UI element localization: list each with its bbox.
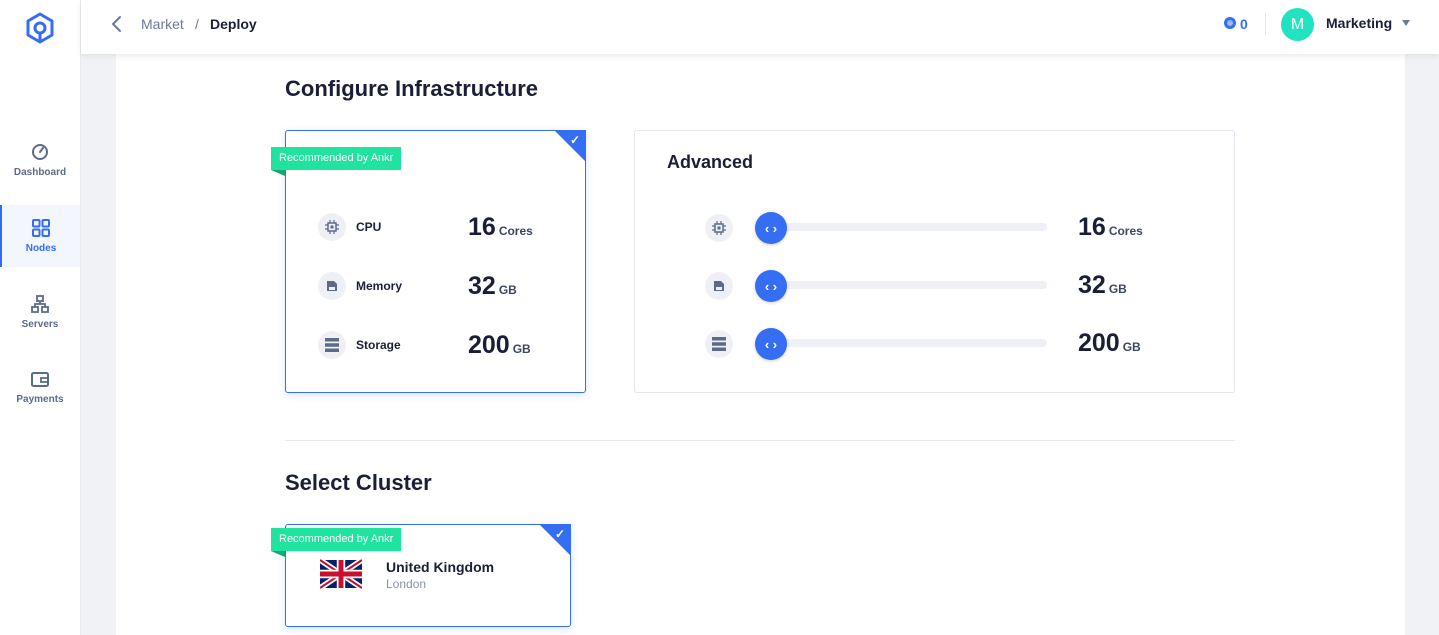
cluster-card-uk[interactable]: ✓ Recommended by Ankr United Kingdom Lon… xyxy=(271,524,571,627)
uk-flag-icon xyxy=(320,558,362,590)
spec-number: 16 xyxy=(1078,213,1106,241)
sidebar-item-servers[interactable]: Servers xyxy=(0,281,80,343)
ankr-logo-icon[interactable] xyxy=(24,12,56,44)
recommended-badge: Recommended by Ankr xyxy=(271,528,402,557)
sidebar-item-label: Dashboard xyxy=(13,166,67,178)
hierarchy-icon xyxy=(31,294,49,313)
memory-slider-thumb[interactable]: ‹ › xyxy=(755,270,787,302)
spec-value: 200 GB xyxy=(468,331,531,360)
spec-unit: GB xyxy=(1122,340,1141,354)
spec-unit: GB xyxy=(512,342,531,356)
check-icon: ✓ xyxy=(569,133,580,147)
slider-value: 200 GB xyxy=(1078,329,1141,358)
storage-icon xyxy=(318,331,346,359)
memory-icon xyxy=(318,272,346,300)
storage-slider-track[interactable] xyxy=(755,339,1047,347)
credit-balance[interactable]: 0 xyxy=(1240,16,1248,32)
check-icon: ✓ xyxy=(554,527,565,541)
cluster-country: United Kingdom xyxy=(386,559,495,575)
slider-row-cpu: ‹ › 16 Cores xyxy=(705,212,1185,244)
right-gutter xyxy=(1405,54,1439,635)
spec-unit: GB xyxy=(1108,282,1127,296)
spec-unit: GB xyxy=(498,283,517,297)
spec-number: 16 xyxy=(468,213,496,241)
spec-label: Memory xyxy=(356,279,403,293)
grid-icon xyxy=(32,218,50,237)
back-arrow-icon[interactable] xyxy=(107,14,127,34)
spec-number: 32 xyxy=(1078,271,1106,299)
storage-slider-thumb[interactable]: ‹ › xyxy=(755,328,787,360)
header-divider xyxy=(1265,13,1266,35)
gauge-icon xyxy=(32,143,48,160)
main-panel: Configure Infrastructure ✓ Recommended b… xyxy=(116,54,1405,635)
breadcrumb-current: Deploy xyxy=(210,16,257,32)
section-title-cluster: Select Cluster xyxy=(285,470,432,495)
spec-row-memory: Memory 32 GB xyxy=(318,272,578,302)
spec-number: 200 xyxy=(468,331,510,359)
slider-value: 32 GB xyxy=(1078,271,1127,300)
caret-down-icon[interactable] xyxy=(1402,20,1410,26)
slider-row-memory: ‹ › 32 GB xyxy=(705,270,1185,302)
section-divider xyxy=(285,440,1235,441)
spec-value: 16 Cores xyxy=(468,213,533,242)
spec-unit: Cores xyxy=(498,224,533,238)
cpu-slider-track[interactable] xyxy=(755,223,1047,231)
credit-coin-icon xyxy=(1224,17,1236,29)
sidebar-item-nodes[interactable]: Nodes xyxy=(0,205,80,267)
section-title-infrastructure: Configure Infrastructure xyxy=(285,76,539,101)
breadcrumb-separator: / xyxy=(195,16,199,32)
spec-value: 32 GB xyxy=(468,272,517,301)
sidebar-item-label: Nodes xyxy=(25,242,57,254)
breadcrumb-market-link[interactable]: Market xyxy=(141,16,184,32)
memory-icon xyxy=(705,272,733,300)
recommended-badge: Recommended by Ankr xyxy=(271,147,402,176)
spec-label: CPU xyxy=(356,220,382,234)
sidebar-item-dashboard[interactable]: Dashboard xyxy=(0,129,80,191)
sidebar-item-label: Servers xyxy=(21,318,59,330)
sidebar: Dashboard Nodes Servers Payments xyxy=(0,0,81,635)
cpu-icon xyxy=(318,213,346,241)
advanced-config-card[interactable]: Advanced ‹ › 16 Cores ‹ › 32 GB ‹ › 200 GB xyxy=(634,130,1235,393)
cpu-icon xyxy=(705,214,733,242)
spec-unit: Cores xyxy=(1108,224,1143,238)
top-header: Market / Deploy 0 M Marketing xyxy=(81,0,1439,54)
spec-row-cpu: CPU 16 Cores xyxy=(318,213,578,243)
spec-label: Storage xyxy=(356,338,401,352)
sidebar-item-label: Payments xyxy=(16,393,64,405)
storage-icon xyxy=(705,330,733,358)
recommended-config-card[interactable]: ✓ Recommended by Ankr CPU 16 Cores Memory… xyxy=(271,130,586,393)
slider-value: 16 Cores xyxy=(1078,213,1143,242)
advanced-title: Advanced xyxy=(667,152,754,172)
account-name[interactable]: Marketing xyxy=(1326,15,1392,31)
memory-slider-track[interactable] xyxy=(755,281,1047,289)
wallet-icon xyxy=(31,371,49,387)
spec-number: 200 xyxy=(1078,329,1120,357)
spec-row-storage: Storage 200 GB xyxy=(318,331,578,361)
cpu-slider-thumb[interactable]: ‹ › xyxy=(755,212,787,244)
slider-row-storage: ‹ › 200 GB xyxy=(705,328,1185,360)
avatar[interactable]: M xyxy=(1281,8,1314,41)
cluster-city: London xyxy=(386,577,427,591)
sidebar-item-payments[interactable]: Payments xyxy=(0,357,80,419)
spec-number: 32 xyxy=(468,272,496,300)
